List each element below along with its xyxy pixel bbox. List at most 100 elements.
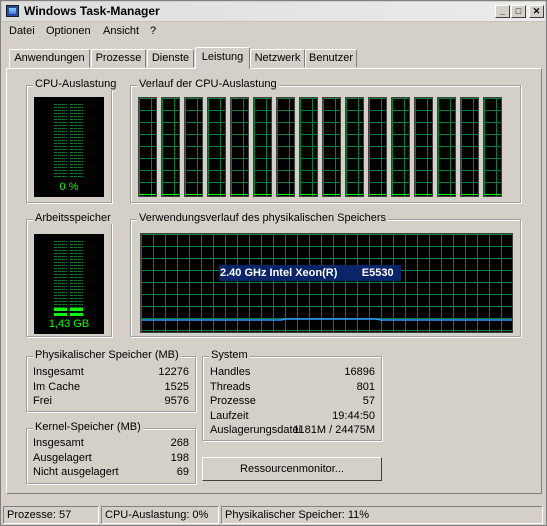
cpu-core-graph <box>414 97 433 197</box>
cpu-core-graph <box>253 97 272 197</box>
menu-datei[interactable]: Datei <box>9 25 35 37</box>
cpu-core-graph <box>299 97 318 197</box>
status-cpu: CPU-Auslastung: 0% <box>101 506 219 524</box>
row-value: 198 <box>170 452 189 464</box>
cpu-core-graph <box>322 97 341 197</box>
row-value: 9576 <box>164 395 189 407</box>
kernel-memory-group: Kernel-Speicher (MB) Insgesamt 268 Ausge… <box>26 421 196 484</box>
cpu-core-graph <box>483 97 502 197</box>
memory-usage-group: Arbeitsspeicher 1,43 GB <box>26 212 113 337</box>
cpu-core-line <box>323 194 340 195</box>
system-title: System <box>209 349 250 361</box>
cpu-core-graph <box>207 97 226 197</box>
tab-anwendungen[interactable]: Anwendungen <box>9 49 90 67</box>
status-memory: Physikalischer Speicher: 11% <box>221 506 543 524</box>
cpu-core-graph <box>276 97 295 197</box>
minimize-icon[interactable]: _ <box>495 5 510 18</box>
row-value: 801 <box>356 381 375 393</box>
menu-ansicht[interactable]: Ansicht <box>103 25 139 37</box>
physical-memory-group: Physikalischer Speicher (MB) Insgesamt 1… <box>26 349 196 412</box>
cpu-core-line <box>185 194 202 195</box>
menu-bar: Datei Optionen Ansicht ? <box>2 22 545 40</box>
menu-help[interactable]: ? <box>150 25 156 37</box>
maximize-icon[interactable]: □ <box>511 5 526 18</box>
status-bar: Prozesse: 57 CPU-Auslastung: 0% Physikal… <box>2 505 545 525</box>
cpu-core-graphs <box>138 97 513 197</box>
cpu-core-line <box>346 194 363 195</box>
row-value: 1525 <box>164 381 189 393</box>
cpu-core-graph <box>345 97 364 197</box>
kernel-memory-row: Ausgelagert 198 <box>33 452 189 465</box>
tab-leistung[interactable]: Leistung <box>195 47 250 69</box>
memory-usage-title: Arbeitsspeicher <box>33 212 113 224</box>
row-value: 1181M / 24475M <box>293 424 375 436</box>
cpu-core-graph <box>184 97 203 197</box>
kernel-memory-row: Nicht ausgelagert 69 <box>33 466 189 479</box>
cpu-usage-title: CPU-Auslastung <box>33 78 119 90</box>
close-icon[interactable]: ✕ <box>529 5 544 18</box>
tab-benutzer[interactable]: Benutzer <box>305 49 357 67</box>
row-label: Auslagerungsdatei <box>210 424 302 436</box>
system-row: Threads 801 <box>210 381 375 394</box>
cpu-core-graph <box>460 97 479 197</box>
physical-memory-title: Physikalischer Speicher (MB) <box>33 349 181 361</box>
row-label: Ausgelagert <box>33 452 92 464</box>
cpu-core-line <box>415 194 432 195</box>
kernel-memory-title: Kernel-Speicher (MB) <box>33 421 143 433</box>
cpu-core-line <box>162 194 179 195</box>
physical-memory-row: Insgesamt 12276 <box>33 366 189 379</box>
system-row: Auslagerungsdatei 1181M / 24475M <box>210 424 375 437</box>
physical-memory-row: Frei 9576 <box>33 395 189 408</box>
row-label: Insgesamt <box>33 366 84 378</box>
row-value: 12276 <box>158 366 189 378</box>
system-row: Prozesse 57 <box>210 395 375 408</box>
row-label: Im Cache <box>33 381 81 393</box>
physical-memory-row: Im Cache 1525 <box>33 381 189 394</box>
row-value: 57 <box>362 395 375 407</box>
cpu-core-line <box>277 194 294 195</box>
window-title: Windows Task-Manager <box>24 4 160 18</box>
cpu-core-graph <box>138 97 157 197</box>
tab-prozesse[interactable]: Prozesse <box>91 49 146 67</box>
row-value: 268 <box>170 437 189 449</box>
cpu-core-line <box>461 194 478 195</box>
cpu-history-title: Verlauf der CPU-Auslastung <box>137 78 279 90</box>
cpu-model-overlay: 2.40 GHz Intel Xeon(R) E5530 <box>219 265 401 281</box>
memory-history-line <box>141 318 512 321</box>
cpu-core-line <box>369 194 386 195</box>
cpu-core-line <box>231 194 248 195</box>
cpu-core-line <box>254 194 271 195</box>
cpu-core-line <box>300 194 317 195</box>
memory-history-title: Verwendungsverlauf des physikalischen Sp… <box>137 212 389 224</box>
cpu-core-graph <box>161 97 180 197</box>
menu-optionen[interactable]: Optionen <box>46 25 91 37</box>
cpu-history-group: Verlauf der CPU-Auslastung <box>130 78 521 203</box>
title-bar[interactable]: Windows Task-Manager _ □ ✕ <box>2 2 545 22</box>
row-value: 19:44:50 <box>332 410 375 422</box>
system-row: Handles 16896 <box>210 366 375 379</box>
resource-monitor-button[interactable]: Ressourcenmonitor... <box>202 457 382 481</box>
row-label: Threads <box>210 381 251 393</box>
memory-usage-meter: 1,43 GB <box>34 234 104 334</box>
cpu-core-line <box>392 194 409 195</box>
cpu-core-graph <box>368 97 387 197</box>
status-processes: Prozesse: 57 <box>3 506 99 524</box>
task-manager-window: Windows Task-Manager _ □ ✕ Datei Optione… <box>0 0 547 526</box>
row-label: Frei <box>33 395 52 407</box>
task-manager-app-icon <box>6 5 19 17</box>
row-label: Laufzeit <box>210 410 249 422</box>
tab-netzwerk[interactable]: Netzwerk <box>250 49 305 67</box>
cpu-core-line <box>438 194 455 195</box>
tab-dienste[interactable]: Dienste <box>147 49 194 67</box>
cpu-core-line <box>208 194 225 195</box>
cpu-core-graph <box>391 97 410 197</box>
kernel-memory-row: Insgesamt 268 <box>33 437 189 450</box>
row-label: Prozesse <box>210 395 256 407</box>
row-value: 16896 <box>344 366 375 378</box>
cpu-usage-value: 0 % <box>59 181 79 193</box>
cpu-core-line <box>139 194 156 195</box>
row-value: 69 <box>176 466 189 478</box>
cpu-core-line <box>484 194 501 195</box>
memory-meter-bars <box>54 240 83 316</box>
cpu-usage-meter: 0 % <box>34 97 104 197</box>
